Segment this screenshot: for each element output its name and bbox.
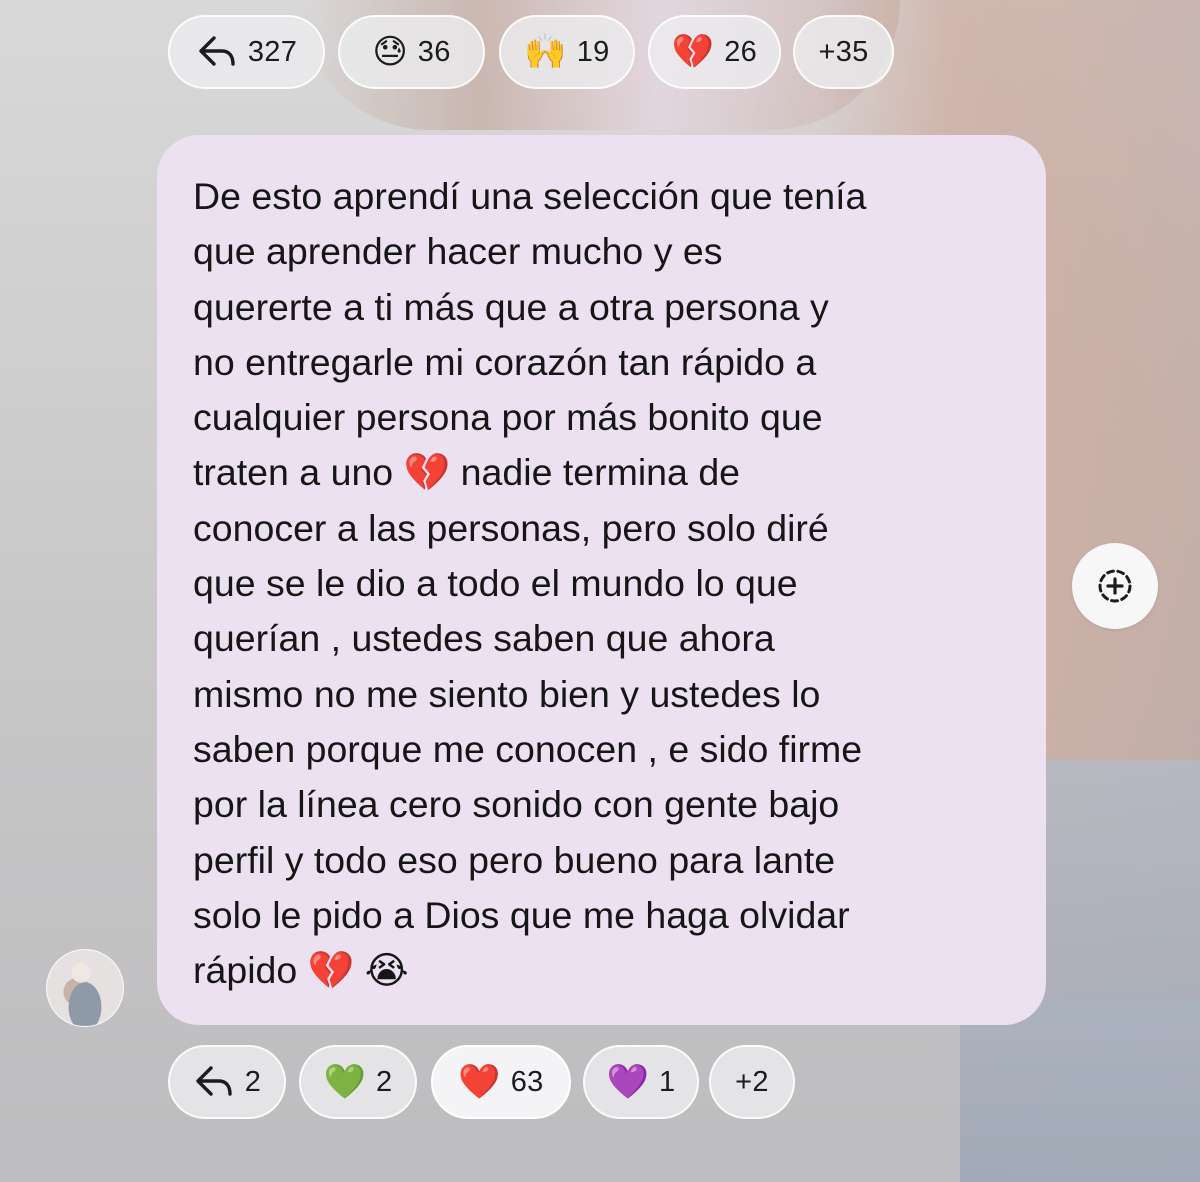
green-heart-icon: 💚 — [323, 1062, 366, 1102]
reply-count: 2 — [244, 1065, 262, 1098]
purple-heart-icon: 💜 — [606, 1062, 649, 1102]
message-line: conocer a las personas, pero solo diré — [193, 506, 829, 549]
message-line: traten a uno 💔 nadie termina de — [193, 451, 741, 494]
more-reactions-count: +35 — [818, 35, 869, 68]
reply-arrow-icon — [199, 36, 235, 66]
reply-arrow-icon — [196, 1066, 232, 1096]
broken-heart-icon: 💔 — [671, 32, 715, 72]
message-line: De esto aprendí una selección que tenía — [193, 175, 867, 217]
more-reactions-button[interactable]: +2 — [709, 1045, 795, 1119]
reaction-count: 2 — [375, 1065, 393, 1098]
sender-avatar[interactable] — [46, 949, 124, 1027]
message-line: mismo no me siento bien y ustedes lo — [193, 672, 821, 715]
reaction-count: 19 — [576, 35, 610, 68]
reply-count: 327 — [247, 35, 298, 68]
raised-hands-icon: 🙌 — [524, 32, 567, 72]
message-line: que se le dio a todo el mundo lo que — [193, 562, 798, 605]
message-line: querían , ustedes saben que ahora — [193, 617, 775, 660]
message-line: que aprender hacer mucho y es — [193, 230, 723, 273]
more-reactions-button[interactable]: +35 — [793, 15, 894, 89]
message-line: solo le pido a Dios que me haga olvidar — [193, 893, 850, 936]
reply-count-button[interactable]: 2 — [168, 1045, 286, 1119]
message-line: cualquier persona por más bonito que — [193, 396, 823, 439]
message-line: saben porque me conocen , e sido firme — [193, 727, 863, 770]
reaction-count: 36 — [417, 35, 451, 68]
reaction-raised-hands[interactable]: 🙌 19 — [499, 15, 635, 89]
reaction-purple-heart[interactable]: 💜 1 — [583, 1045, 699, 1119]
more-reactions-count: +2 — [735, 1065, 769, 1098]
message-bubble[interactable]: De esto aprendí una selección que tenía … — [157, 135, 1046, 1025]
add-reaction-button[interactable] — [1072, 543, 1158, 629]
message-line: por la línea cero sonido con gente bajo — [193, 783, 840, 826]
message-line: quererte a ti más que a otra persona y — [193, 285, 829, 328]
reply-count-button[interactable]: 327 — [168, 15, 325, 89]
message-line: perfil y todo eso pero bueno para lante — [193, 838, 836, 881]
add-reaction-icon — [1098, 569, 1132, 603]
downcast-sweat-face-icon: 😓 — [372, 32, 408, 72]
message-line: rápido 💔 😭 — [193, 949, 409, 992]
reaction-green-heart[interactable]: 💚 2 — [299, 1045, 417, 1119]
reaction-count: 1 — [658, 1065, 676, 1098]
reaction-count: 26 — [724, 35, 758, 68]
message-line: no entregarle mi corazón tan rápido a — [193, 340, 817, 383]
reaction-downcast-sweat[interactable]: 😓 36 — [338, 15, 485, 89]
reaction-count: 63 — [510, 1065, 544, 1098]
reaction-broken-heart[interactable]: 💔 26 — [648, 15, 781, 89]
reaction-red-heart[interactable]: ❤️ 63 — [431, 1045, 571, 1119]
red-heart-icon: ❤️ — [458, 1062, 501, 1102]
